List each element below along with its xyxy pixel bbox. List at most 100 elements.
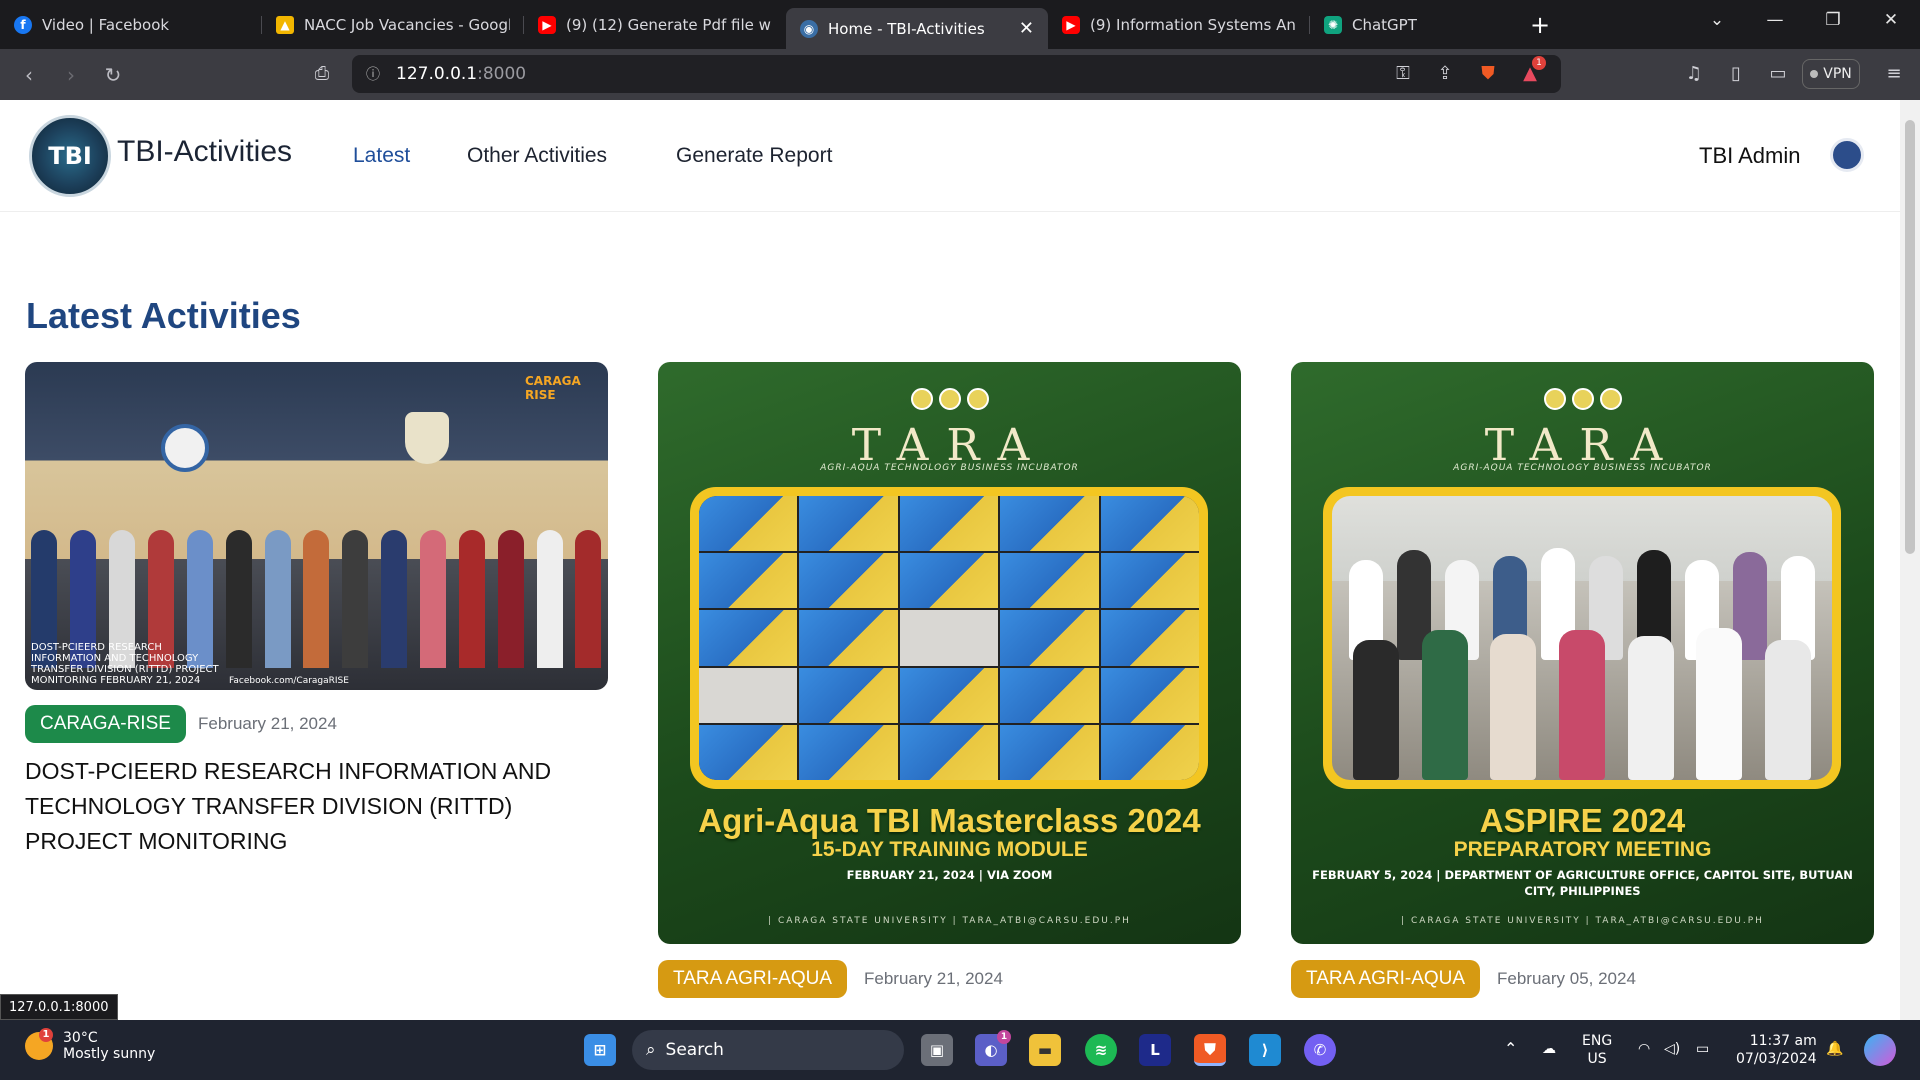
- l-app-icon[interactable]: L: [1139, 1034, 1171, 1066]
- poster-title: ASPIRE 2024: [1479, 802, 1686, 839]
- menu-icon[interactable]: ≡: [1880, 60, 1908, 88]
- nav-latest[interactable]: Latest: [353, 144, 410, 168]
- web-page: TBI TBI-Activities Latest Other Activiti…: [0, 100, 1900, 1020]
- taskbar-search[interactable]: ⌕ Search: [632, 1030, 904, 1070]
- activity-card-image-2[interactable]: TARA AGRI-AQUA TECHNOLOGY BUSINESS INCUB…: [658, 362, 1241, 944]
- chatgpt-icon: ✺: [1324, 15, 1342, 34]
- browser-toolbar: ‹ › ↻ ⎙ ⓘ 127.0.0.1:8000 ⚿ ⇪ ⛊ ▲ 1 ♫ ▯ ▭ …: [0, 49, 1920, 100]
- browser-tab-bar: f Video | Facebook ▲ NACC Job Vacancies - …: [0, 0, 1920, 50]
- share-icon[interactable]: ⇪: [1431, 60, 1459, 88]
- tab-youtube-2[interactable]: ▶(9) Information Systems Analys: [1048, 6, 1310, 44]
- poster-brand-subtitle: AGRI-AQUA TECHNOLOGY BUSINESS INCUBATOR: [1453, 463, 1712, 473]
- nav-other-activities[interactable]: Other Activities: [467, 144, 607, 168]
- category-badge[interactable]: TARA AGRI-AQUA: [1291, 960, 1481, 998]
- windows-taskbar: 1 30°C Mostly sunny ⊞ ⌕ Search ▣ ◐ 1 ▬ ≋ L …: [0, 1020, 1920, 1080]
- page-scrollbar[interactable]: [1900, 100, 1920, 1020]
- address-bar[interactable]: ⓘ 127.0.0.1:8000 ⚿ ⇪ ⛊ ▲ 1: [352, 55, 1561, 93]
- group-photo-frame: [1323, 487, 1841, 789]
- volume-icon[interactable]: ◁): [1664, 1040, 1680, 1058]
- site-logo[interactable]: TBI: [29, 115, 111, 197]
- sidebar-icon[interactable]: ▯: [1722, 60, 1750, 88]
- site-navbar: TBI TBI-Activities Latest Other Activiti…: [0, 100, 1900, 212]
- onedrive-icon[interactable]: ☁: [1542, 1040, 1556, 1058]
- brave-shield-icon[interactable]: ⛊: [1474, 60, 1502, 88]
- start-button[interactable]: ⊞: [584, 1034, 616, 1066]
- poster-logos: [1543, 388, 1622, 410]
- zoom-grid-frame: [690, 487, 1208, 789]
- brave-rewards-icon[interactable]: ▲ 1: [1516, 56, 1546, 88]
- teams-chat-icon[interactable]: ◐ 1: [975, 1030, 1011, 1066]
- tab-list-chevron-icon[interactable]: ⌄: [1688, 10, 1746, 30]
- tab-chatgpt[interactable]: ✺ ChatGPT: [1310, 6, 1510, 44]
- poster-footer: | CARAGA STATE UNIVERSITY | TARA_ATBI@CA…: [1401, 916, 1764, 926]
- site-info-icon[interactable]: ⓘ: [366, 64, 380, 84]
- category-badge[interactable]: TARA AGRI-AQUA: [658, 960, 848, 998]
- tray-overflow-icon[interactable]: ⌃: [1504, 1040, 1517, 1058]
- weather-sun-icon: 1: [25, 1028, 53, 1060]
- activity-title[interactable]: DOST-PCIEERD RESEARCH INFORMATION AND TE…: [25, 754, 605, 859]
- poster-subtitle: PREPARATORY MEETING: [1453, 838, 1712, 861]
- site-brand[interactable]: TBI-Activities: [117, 135, 292, 169]
- new-tab-button[interactable]: +: [1530, 11, 1550, 39]
- clock[interactable]: 11:37 am 07/03/2024: [1736, 1032, 1817, 1068]
- bookmark-icon[interactable]: ⎙: [308, 60, 336, 88]
- nav-generate-report[interactable]: Generate Report: [676, 144, 832, 168]
- activity-date: February 05, 2024: [1497, 969, 1636, 988]
- weather-desc: Mostly sunny: [63, 1046, 156, 1062]
- tab-youtube-1[interactable]: ▶(9) (12) Generate Pdf file which: [524, 6, 786, 44]
- scrollbar-thumb[interactable]: [1905, 120, 1915, 554]
- page-title: Latest Activities: [26, 295, 301, 336]
- poster-date: FEBRUARY 5, 2024 | DEPARTMENT OF AGRICUL…: [1312, 868, 1853, 898]
- facebook-icon: f: [14, 15, 32, 34]
- brave-browser-icon[interactable]: ⛊: [1194, 1034, 1226, 1066]
- poster-brand-subtitle: AGRI-AQUA TECHNOLOGY BUSINESS INCUBATOR: [820, 463, 1079, 473]
- tab-tbi-activities[interactable]: ◉ Home - TBI-Activities ✕: [786, 7, 1048, 50]
- activity-date: February 21, 2024: [864, 969, 1003, 988]
- copilot-icon[interactable]: [1864, 1034, 1896, 1066]
- vscode-icon[interactable]: ⟩: [1249, 1034, 1281, 1066]
- image-caption: DOST-PCIEERD RESEARCH INFORMATION AND TE…: [31, 642, 219, 686]
- back-button[interactable]: ‹: [8, 63, 50, 87]
- poster-footer: | CARAGA STATE UNIVERSITY | TARA_ATBI@CA…: [768, 916, 1131, 926]
- search-icon: ⌕: [646, 1040, 656, 1060]
- key-icon[interactable]: ⚿: [1389, 60, 1417, 88]
- poster-title: Agri-Aqua TBI Masterclass 2024: [698, 802, 1201, 839]
- youtube-icon: ▶: [1062, 15, 1080, 34]
- poster-date: FEBRUARY 21, 2024 | VIA ZOOM: [846, 868, 1053, 882]
- viber-icon[interactable]: ✆: [1304, 1034, 1336, 1066]
- youtube-icon: ▶: [538, 15, 556, 34]
- file-explorer-icon[interactable]: ▬: [1029, 1034, 1061, 1066]
- media-icon[interactable]: ♫: [1680, 60, 1708, 88]
- close-window-button[interactable]: ✕: [1862, 10, 1920, 30]
- tab-google-drive[interactable]: ▲NACC Job Vacancies - Google D: [262, 6, 524, 44]
- google-drive-icon: ▲: [276, 15, 294, 34]
- avatar[interactable]: [1830, 138, 1864, 172]
- weather-widget[interactable]: 1 30°C Mostly sunny: [25, 1028, 156, 1062]
- site-icon: ◉: [800, 19, 818, 38]
- caraga-seal-icon: [405, 412, 449, 464]
- dost-seal-icon: [161, 424, 209, 472]
- vpn-button[interactable]: VPN: [1802, 59, 1860, 89]
- activity-card-image-1[interactable]: CARAGA RISE DOST-PCIEERD RESEARCH INFORM…: [25, 362, 608, 690]
- battery-icon[interactable]: ▭: [1696, 1040, 1709, 1058]
- minimize-button[interactable]: —: [1746, 10, 1804, 30]
- spotify-icon[interactable]: ≋: [1085, 1034, 1117, 1066]
- category-badge[interactable]: CARAGA-RISE: [25, 705, 186, 743]
- language-indicator[interactable]: ENG US: [1582, 1032, 1612, 1068]
- admin-name[interactable]: TBI Admin: [1699, 143, 1800, 169]
- close-tab-icon[interactable]: ✕: [1019, 18, 1034, 39]
- activity-card-image-3[interactable]: TARA AGRI-AQUA TECHNOLOGY BUSINESS INCUB…: [1291, 362, 1874, 944]
- reload-button[interactable]: ↻: [92, 63, 134, 87]
- status-url: 127.0.0.1:8000: [0, 994, 118, 1020]
- wallet-icon[interactable]: ▭: [1764, 60, 1792, 88]
- task-view-icon[interactable]: ▣: [921, 1034, 953, 1066]
- poster-logos: [910, 388, 989, 410]
- restore-button[interactable]: ❐: [1804, 10, 1862, 30]
- forward-button[interactable]: ›: [50, 63, 92, 87]
- caraga-rise-logo: CARAGA RISE: [525, 374, 581, 402]
- notification-bell-icon[interactable]: 🔔: [1826, 1040, 1843, 1058]
- wifi-icon[interactable]: ◠: [1638, 1040, 1650, 1058]
- vpn-status-icon: [1810, 70, 1819, 78]
- poster-subtitle: 15-DAY TRAINING MODULE: [811, 838, 1088, 861]
- tab-facebook[interactable]: f Video | Facebook: [0, 6, 262, 44]
